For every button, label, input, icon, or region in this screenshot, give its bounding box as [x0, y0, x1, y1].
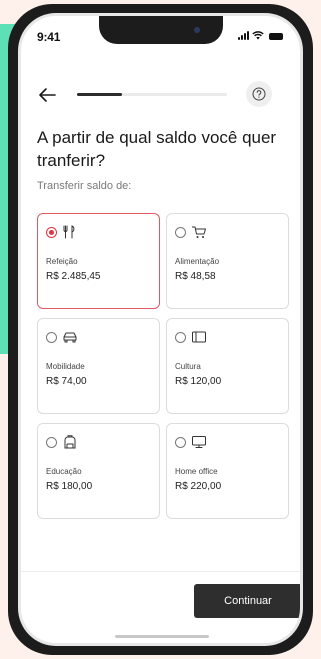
- balance-card-mobilidade[interactable]: Mobilidade R$ 74,00: [37, 318, 160, 414]
- fork-knife-icon: [63, 225, 75, 239]
- balance-card-alimentacao[interactable]: Alimentação R$ 48,58: [166, 213, 289, 309]
- footer-divider: [21, 571, 300, 572]
- balance-card-home-office[interactable]: Home office R$ 220,00: [166, 423, 289, 519]
- balance-options-grid: Refeição R$ 2.485,45 Alimentação R$ 48,5…: [37, 213, 289, 519]
- card-label: Refeição: [46, 257, 78, 266]
- card-value: R$ 120,00: [175, 376, 222, 387]
- card-label: Cultura: [175, 362, 201, 371]
- phone-frame: 9:41 A partir de qual saldo você quer tr…: [8, 4, 313, 655]
- help-icon: [252, 87, 266, 101]
- home-indicator: [115, 635, 209, 638]
- status-icons: [238, 31, 283, 40]
- monitor-icon: [192, 436, 206, 448]
- card-value: R$ 220,00: [175, 481, 222, 492]
- card-value: R$ 2.485,45: [46, 271, 101, 282]
- shopping-cart-icon: [192, 226, 206, 238]
- continue-button[interactable]: Continuar: [194, 584, 300, 618]
- radio-home-office[interactable]: [175, 436, 186, 448]
- card-label: Mobilidade: [46, 362, 85, 371]
- balance-card-cultura[interactable]: Cultura R$ 120,00: [166, 318, 289, 414]
- screen: 9:41 A partir de qual saldo você quer tr…: [21, 16, 300, 643]
- camera-dot: [194, 27, 200, 33]
- notch: [99, 16, 223, 44]
- card-label: Educação: [46, 467, 82, 476]
- status-time: 9:41: [37, 30, 61, 44]
- card-value: R$ 180,00: [46, 481, 93, 492]
- radio-alimentacao[interactable]: [175, 226, 186, 238]
- ticket-icon: [192, 331, 206, 343]
- radio-refeicao[interactable]: [46, 226, 57, 238]
- car-icon: [63, 332, 77, 343]
- page-title: A partir de qual saldo você quer tranfer…: [37, 128, 277, 170]
- radio-cultura[interactable]: [175, 331, 186, 343]
- card-label: Alimentação: [175, 257, 220, 266]
- backpack-icon: [64, 435, 76, 449]
- radio-educacao[interactable]: [46, 436, 57, 448]
- progress-fill: [77, 93, 122, 96]
- phone-bezel: 9:41 A partir de qual saldo você quer tr…: [18, 13, 303, 646]
- wifi-icon: [252, 31, 264, 40]
- page-subtitle: Transferir saldo de:: [37, 180, 132, 192]
- balance-card-educacao[interactable]: Educação R$ 180,00: [37, 423, 160, 519]
- card-value: R$ 74,00: [46, 376, 87, 387]
- signal-icon: [238, 31, 249, 40]
- battery-icon: [269, 33, 283, 40]
- card-label: Home office: [175, 467, 218, 476]
- back-arrow-icon[interactable]: [37, 86, 57, 104]
- progress-bar: [77, 93, 227, 96]
- card-value: R$ 48,58: [175, 271, 216, 282]
- help-button[interactable]: [246, 81, 272, 107]
- radio-mobilidade[interactable]: [46, 331, 57, 343]
- balance-card-refeicao[interactable]: Refeição R$ 2.485,45: [37, 213, 160, 309]
